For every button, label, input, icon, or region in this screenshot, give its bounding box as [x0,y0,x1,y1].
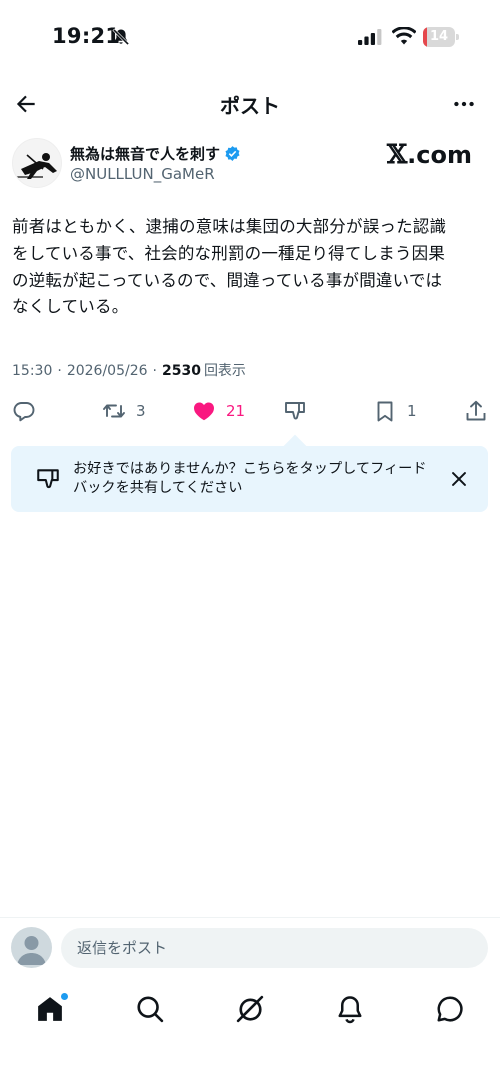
messages-icon [437,996,463,1022]
x-com-logo: 𝕏 .com [387,140,472,170]
views-count[interactable]: 2530 [162,363,201,379]
status-bar: 19:21 14 [0,0,500,74]
notifications-icon [338,996,362,1024]
bookmark-count: 1 [407,402,417,420]
bottom-nav [0,986,500,1036]
post-date: 2026/05/26 [66,363,148,379]
bookmark-button[interactable]: 1 [373,396,417,426]
repost-count: 3 [136,402,146,420]
feedback-prompt[interactable]: お好きではありませんか？こちらをタップしてフィード バックを共有してください [11,434,488,512]
page-title: ポスト [220,94,280,118]
author-name[interactable]: 無為は無音で人を刺す [70,143,220,164]
share-icon [466,400,486,421]
reply-input[interactable]: 返信をポスト [61,928,488,968]
nav-notifications[interactable] [333,992,367,1026]
user-avatar [11,927,52,968]
author-name-row[interactable]: 無為は無音で人を刺す [70,142,241,164]
feedback-pointer [283,434,307,458]
post-text: 前者はともかく、逮捕の意味は集団の大部分が誤った認識 をしている事で、社会的な刑… [12,217,447,317]
share-button[interactable] [464,396,488,426]
thumbs-down-icon [37,469,59,489]
close-icon[interactable] [448,468,470,490]
dislike-button[interactable] [283,396,307,426]
post-author: 無為は無音で人を刺す @NULLLUN_GaMeR 𝕏 .com [12,138,488,190]
nav-search[interactable] [133,992,167,1026]
top-header: ポスト [0,82,500,126]
search-icon [137,996,164,1023]
avatar-silhouette-icon [17,153,57,179]
x-logo-icon: 𝕏 [386,140,408,170]
nav-grok[interactable] [233,992,267,1026]
grok-icon [236,995,264,1023]
battery-indicator: 14 [423,27,459,47]
default-avatar-icon [17,936,46,965]
repost-icon [103,404,125,418]
author-handle[interactable]: @NULLLUN_GaMeR [70,165,215,183]
bookmark-icon [377,401,393,422]
x-logo-domain: .com [407,141,472,169]
more-dots-icon [454,101,474,107]
repost-button[interactable]: 3 [102,396,146,426]
heart-filled-icon [194,402,214,421]
views-label: 回表示 [203,363,246,379]
like-count: 21 [226,402,246,420]
wifi-icon [392,27,416,45]
reply-button[interactable] [12,396,36,426]
author-avatar[interactable] [12,138,62,188]
verified-badge-icon [225,145,240,161]
post-meta: 15:30 · 2026/05/26 · 2530 回表示 [12,360,246,380]
post-actions: 3 21 1 [0,396,500,426]
thumbs-down-icon [285,402,305,420]
signal-icon [358,29,382,45]
nav-home[interactable] [33,992,69,1026]
meta-separator: · [152,363,157,379]
notification-dot [60,992,69,1001]
nav-messages[interactable] [433,992,467,1026]
feedback-text[interactable]: お好きではありませんか？こちらをタップしてフィード バックを共有してください [73,460,445,498]
post-time: 15:30 [12,363,53,379]
reply-icon [13,402,35,422]
divider [0,917,500,918]
battery-level: 14 [429,29,449,44]
meta-separator: · [57,363,62,379]
bell-off-icon [112,28,130,46]
like-button[interactable]: 21 [192,396,245,426]
more-button[interactable] [448,88,480,120]
